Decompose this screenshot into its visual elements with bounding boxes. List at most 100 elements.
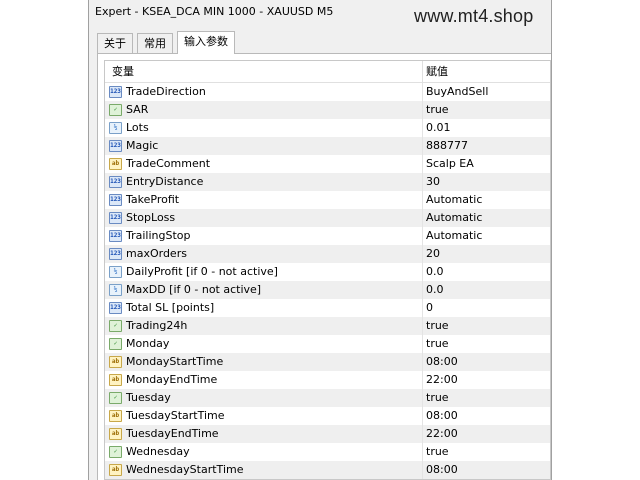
- grid-rows: 123 TradeDirection BuyAndSell ✓ SAR true ½ Lots…: [105, 83, 550, 479]
- string-type-icon: ab: [109, 374, 122, 386]
- parameter-name: Trading24h: [126, 319, 188, 332]
- parameter-value[interactable]: true: [426, 317, 449, 335]
- parameter-value[interactable]: true: [426, 389, 449, 407]
- parameter-name: MondayStartTime: [126, 355, 224, 368]
- cell-divider: [422, 209, 423, 227]
- parameter-name: TradeDirection: [126, 85, 206, 98]
- cell-divider: [422, 119, 423, 137]
- integer-type-icon: 123: [109, 248, 122, 260]
- table-row[interactable]: 123 TradeDirection BuyAndSell: [105, 83, 550, 101]
- string-type-icon: ab: [109, 158, 122, 170]
- table-row[interactable]: ✓ Tuesday true: [105, 389, 550, 407]
- column-header-variable[interactable]: 变量: [112, 61, 134, 82]
- string-type-icon: ab: [109, 410, 122, 422]
- double-type-icon: ½: [109, 266, 122, 278]
- cell-divider: [422, 281, 423, 299]
- parameter-value[interactable]: 08:00: [426, 461, 458, 479]
- parameter-name: EntryDistance: [126, 175, 204, 188]
- parameter-value[interactable]: 08:00: [426, 353, 458, 371]
- tab-input-parameters[interactable]: 输入参数: [177, 31, 235, 54]
- table-row[interactable]: ab MondayEndTime 22:00: [105, 371, 550, 389]
- parameter-value[interactable]: 0: [426, 299, 433, 317]
- cell-divider: [422, 263, 423, 281]
- cell-divider: [422, 317, 423, 335]
- parameter-value[interactable]: 0.0: [426, 263, 444, 281]
- parameter-value[interactable]: BuyAndSell: [426, 83, 488, 101]
- parameter-value[interactable]: Automatic: [426, 209, 482, 227]
- cell-divider: [422, 155, 423, 173]
- table-row[interactable]: 123 maxOrders 20: [105, 245, 550, 263]
- cell-divider: [422, 137, 423, 155]
- integer-type-icon: 123: [109, 176, 122, 188]
- parameter-value[interactable]: 0.0: [426, 281, 444, 299]
- string-type-icon: ab: [109, 428, 122, 440]
- parameter-value[interactable]: Automatic: [426, 227, 482, 245]
- parameter-value[interactable]: 22:00: [426, 371, 458, 389]
- parameter-value[interactable]: 22:00: [426, 425, 458, 443]
- parameter-value[interactable]: Automatic: [426, 191, 482, 209]
- parameter-value[interactable]: true: [426, 443, 449, 461]
- tab-about[interactable]: 关于: [97, 33, 133, 53]
- parameter-name: Monday: [126, 337, 170, 350]
- table-row[interactable]: ab WednesdayStartTime 08:00: [105, 461, 550, 479]
- table-row[interactable]: ab TradeComment Scalp EA: [105, 155, 550, 173]
- string-type-icon: ab: [109, 356, 122, 368]
- cell-divider: [422, 101, 423, 119]
- boolean-type-icon: ✓: [109, 104, 122, 116]
- tab-common[interactable]: 常用: [137, 33, 173, 53]
- table-row[interactable]: ab TuesdayEndTime 22:00: [105, 425, 550, 443]
- table-row[interactable]: 123 Magic 888777: [105, 137, 550, 155]
- column-header-value[interactable]: 赋值: [426, 61, 448, 82]
- cell-divider: [422, 443, 423, 461]
- table-row[interactable]: 123 StopLoss Automatic: [105, 209, 550, 227]
- parameter-value[interactable]: true: [426, 101, 449, 119]
- table-row[interactable]: ab TuesdayStartTime 08:00: [105, 407, 550, 425]
- parameter-name: StopLoss: [126, 211, 176, 224]
- parameter-name: TrailingStop: [126, 229, 191, 242]
- table-row[interactable]: ab MondayStartTime 08:00: [105, 353, 550, 371]
- parameter-value[interactable]: Scalp EA: [426, 155, 474, 173]
- table-row[interactable]: 123 EntryDistance 30: [105, 173, 550, 191]
- boolean-type-icon: ✓: [109, 320, 122, 332]
- boolean-type-icon: ✓: [109, 392, 122, 404]
- table-row[interactable]: ✓ Monday true: [105, 335, 550, 353]
- table-row[interactable]: ½ DailyProfit [if 0 - not active] 0.0: [105, 263, 550, 281]
- grid-header: 变量 赋值: [105, 61, 550, 83]
- table-row[interactable]: ✓ Wednesday true: [105, 443, 550, 461]
- parameter-name: TuesdayStartTime: [126, 409, 225, 422]
- parameter-value[interactable]: 20: [426, 245, 440, 263]
- parameter-name: Total SL [points]: [126, 301, 215, 314]
- parameter-name: MondayEndTime: [126, 373, 218, 386]
- double-type-icon: ½: [109, 284, 122, 296]
- cell-divider: [422, 227, 423, 245]
- string-type-icon: ab: [109, 464, 122, 476]
- parameter-name: Lots: [126, 121, 149, 134]
- table-row[interactable]: ½ MaxDD [if 0 - not active] 0.0: [105, 281, 550, 299]
- table-row[interactable]: 123 TrailingStop Automatic: [105, 227, 550, 245]
- tab-strip: 关于 常用 输入参数: [97, 31, 551, 54]
- table-row[interactable]: ✓ SAR true: [105, 101, 550, 119]
- column-divider[interactable]: [422, 61, 423, 82]
- parameter-name: DailyProfit [if 0 - not active]: [126, 265, 278, 278]
- cell-divider: [422, 461, 423, 479]
- table-row[interactable]: ½ Lots 0.01: [105, 119, 550, 137]
- parameter-value[interactable]: true: [426, 335, 449, 353]
- integer-type-icon: 123: [109, 194, 122, 206]
- parameter-name: MaxDD [if 0 - not active]: [126, 283, 262, 296]
- parameter-value[interactable]: 30: [426, 173, 440, 191]
- table-row[interactable]: 123 TakeProfit Automatic: [105, 191, 550, 209]
- boolean-type-icon: ✓: [109, 446, 122, 458]
- cell-divider: [422, 407, 423, 425]
- parameter-name: TakeProfit: [126, 193, 180, 206]
- parameter-name: Magic: [126, 139, 159, 152]
- cell-divider: [422, 299, 423, 317]
- parameter-value[interactable]: 0.01: [426, 119, 451, 137]
- watermark-text: www.mt4.shop: [414, 6, 534, 26]
- table-row[interactable]: ✓ Trading24h true: [105, 317, 550, 335]
- integer-type-icon: 123: [109, 302, 122, 314]
- table-row[interactable]: 123 Total SL [points] 0: [105, 299, 550, 317]
- integer-type-icon: 123: [109, 140, 122, 152]
- parameter-value[interactable]: 888777: [426, 137, 468, 155]
- parameter-value[interactable]: 08:00: [426, 407, 458, 425]
- parameter-name: WednesdayStartTime: [126, 463, 244, 476]
